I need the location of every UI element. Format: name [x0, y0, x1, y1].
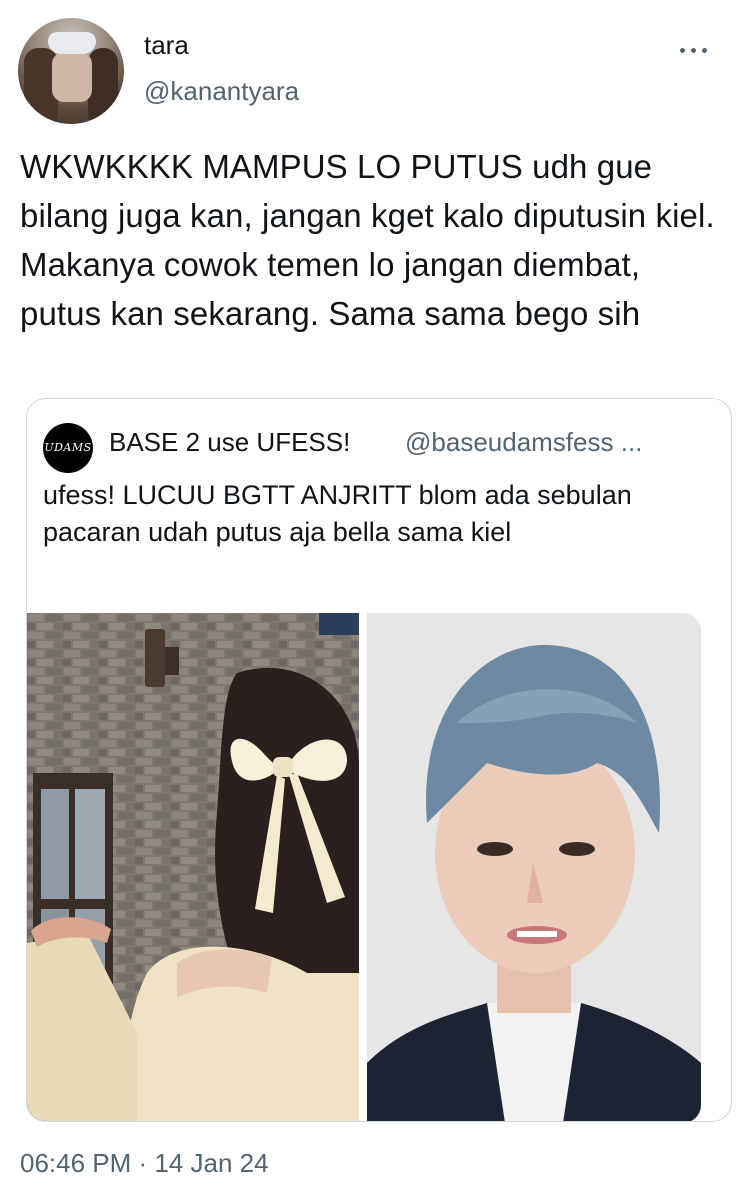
- photo-girl-with-bow[interactable]: [27, 613, 359, 1121]
- author-handle[interactable]: @kanantyara: [144, 76, 299, 107]
- photo-girl-with-bow-image: [27, 613, 359, 1121]
- quoted-avatar[interactable]: UDAMS: [43, 423, 93, 473]
- tweet-timestamp[interactable]: 06:46 PM · 14 Jan 24: [20, 1148, 269, 1179]
- quoted-display-name[interactable]: BASE 2 use UFESS!: [109, 427, 350, 458]
- more-options-button[interactable]: [674, 38, 714, 62]
- quoted-handle[interactable]: @baseudamsfess ...: [405, 427, 642, 458]
- author-display-name[interactable]: tara: [144, 30, 189, 61]
- photo-man-portrait[interactable]: [367, 613, 701, 1121]
- avatar-mask: [48, 32, 96, 54]
- quoted-tweet-text: ufess! LUCUU BGTT ANJRITT blom ada sebul…: [43, 480, 632, 547]
- quoted-tweet-card[interactable]: UDAMS BASE 2 use UFESS! @baseudamsfess .…: [26, 398, 732, 1122]
- tweet-text: WKWKKKK MAMPUS LO PUTUS udh gue bilang j…: [20, 148, 715, 332]
- avatar-hair: [88, 48, 118, 124]
- author-avatar[interactable]: [18, 18, 124, 124]
- quoted-media-grid: [27, 613, 731, 1121]
- photo-man-portrait-image: [367, 613, 701, 1121]
- avatar-face: [52, 52, 92, 102]
